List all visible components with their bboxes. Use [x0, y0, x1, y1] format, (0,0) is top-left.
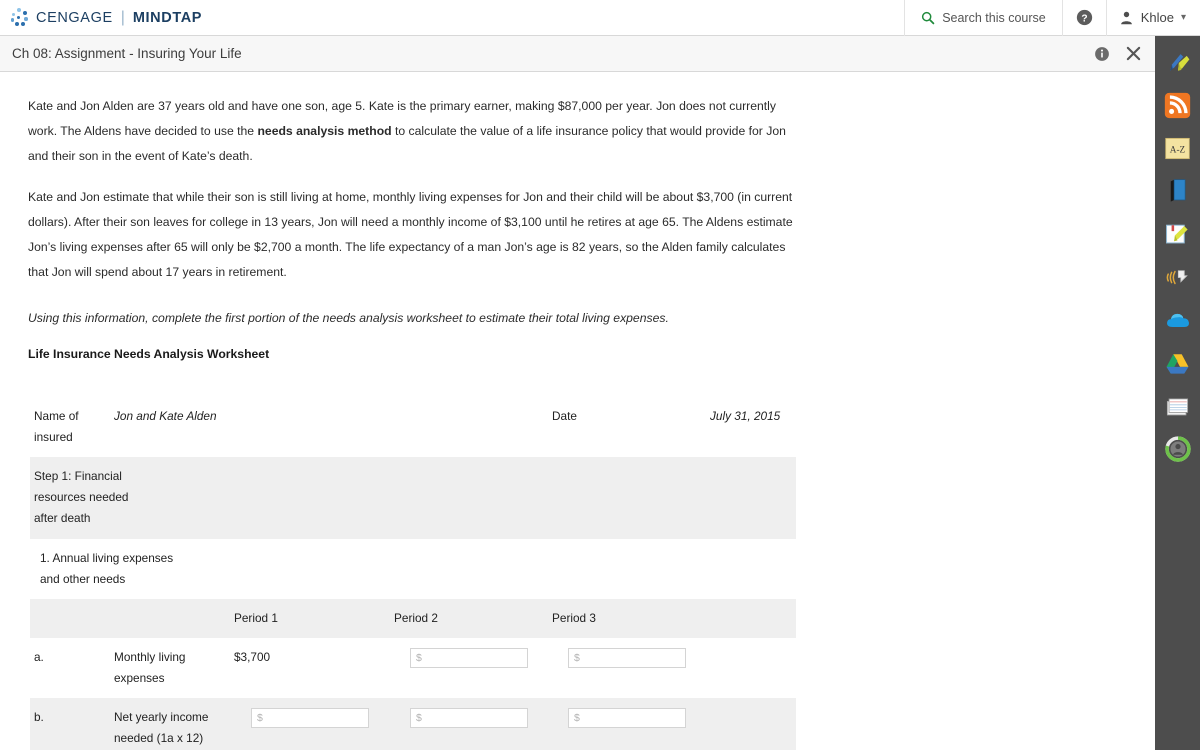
name-of-insured-value: Jon and Kate Alden: [114, 409, 217, 423]
flashcards-icon[interactable]: [1162, 390, 1194, 422]
scenario-paragraph-2: Kate and Jon estimate that while their s…: [28, 190, 793, 279]
needs-analysis-method-term: needs analysis method: [257, 124, 392, 138]
step1-label: Step 1: Financial resources needed after…: [34, 469, 129, 525]
brand-divider: |: [120, 8, 125, 26]
period-2-header: Period 2: [394, 611, 438, 625]
svg-text:?: ?: [1081, 13, 1087, 24]
highlighter-pen-icon[interactable]: [1162, 46, 1194, 78]
user-menu[interactable]: Khloe ▾: [1105, 0, 1200, 36]
line1-label-row: 1. Annual living expenses and other need…: [30, 539, 797, 599]
cengage-mindtap-brand[interactable]: CENGAGE | MINDTAP: [0, 8, 202, 27]
step1-header-row: Step 1: Financial resources needed after…: [30, 457, 797, 539]
user-name-label: Khloe: [1140, 10, 1174, 25]
period-1-header: Period 1: [234, 611, 278, 625]
close-button[interactable]: [1126, 46, 1141, 61]
help-button[interactable]: ?: [1061, 0, 1106, 36]
scenario-paragraph-1: Kate and Jon Alden are 37 years old and …: [28, 72, 793, 169]
cengage-logo-icon: [10, 8, 29, 27]
period-3-header: Period 3: [552, 611, 596, 625]
row-a-period1-value: $3,700: [234, 650, 271, 664]
svg-text:A-Z: A-Z: [1170, 145, 1186, 155]
row-letter-b: b.: [34, 710, 44, 724]
close-icon: [1126, 46, 1141, 61]
row-desc-b: Net yearly income needed (1a x 12): [114, 710, 209, 745]
worksheet-title: Life Insurance Needs Analysis Worksheet: [28, 347, 270, 361]
period-header-row: Period 1 Period 2 Period 3: [30, 599, 797, 638]
notebook-highlighter-icon[interactable]: [1162, 218, 1194, 250]
table-row: b. Net yearly income needed (1a x 12): [30, 698, 797, 750]
date-label: Date: [552, 409, 577, 423]
line1-label: 1. Annual living expenses and other need…: [40, 551, 174, 586]
google-drive-icon[interactable]: [1162, 347, 1194, 379]
assignment-subheader: Ch 08: Assignment - Insuring Your Life: [0, 36, 1155, 72]
date-value: July 31, 2015: [710, 409, 781, 423]
row-a-period2-input[interactable]: [410, 648, 529, 668]
brand-mindtap-text: MINDTAP: [132, 9, 203, 26]
instruction-text: Using this information, complete the fir…: [28, 311, 669, 325]
row-b-period3-input[interactable]: [568, 708, 687, 728]
chevron-down-icon: ▾: [1180, 12, 1186, 23]
rss-feed-icon[interactable]: [1162, 89, 1194, 121]
header-actions: Search this course ? Khloe ▾: [904, 0, 1200, 36]
info-button[interactable]: [1094, 46, 1110, 62]
brand-cengage-text: CENGAGE: [36, 9, 113, 26]
help-question-icon: ?: [1076, 9, 1092, 26]
read-aloud-icon[interactable]: [1162, 261, 1194, 293]
user-avatar-icon: [1120, 11, 1132, 25]
row-b-period1-input[interactable]: [251, 708, 369, 728]
subheader-action-group: [1094, 46, 1155, 62]
mindtap-app-window: CENGAGE | MINDTAP Search this course ? K…: [0, 0, 1200, 750]
search-label: Search this course: [942, 10, 1046, 25]
search-icon: [922, 11, 935, 24]
row-desc-a: Monthly living expenses: [114, 650, 186, 685]
row-b-period2-input[interactable]: [410, 708, 529, 728]
onedrive-cloud-icon[interactable]: [1162, 304, 1194, 336]
name-of-insured-label: Name of insured: [34, 409, 79, 444]
top-header: CENGAGE | MINDTAP Search this course ? K…: [0, 0, 1200, 36]
tools-rail: A-Z: [1155, 36, 1200, 750]
needs-analysis-worksheet-table: Name of insured Jon and Kate Alden Date …: [30, 397, 797, 750]
row-a-period3-input[interactable]: [568, 648, 687, 668]
search-this-course-button[interactable]: Search this course: [904, 0, 1062, 36]
dictionary-az-icon[interactable]: A-Z: [1162, 132, 1194, 164]
assignment-content: Kate and Jon Alden are 37 years old and …: [0, 72, 1155, 750]
textbook-icon[interactable]: [1162, 175, 1194, 207]
info-icon: [1095, 46, 1109, 61]
profile-progress-icon[interactable]: [1162, 433, 1194, 465]
row-letter-a: a.: [34, 650, 44, 664]
table-row: a. Monthly living expenses $3,700: [30, 638, 797, 698]
page-title: Ch 08: Assignment - Insuring Your Life: [12, 46, 242, 61]
worksheet-name-date-row: Name of insured Jon and Kate Alden Date …: [30, 397, 797, 457]
